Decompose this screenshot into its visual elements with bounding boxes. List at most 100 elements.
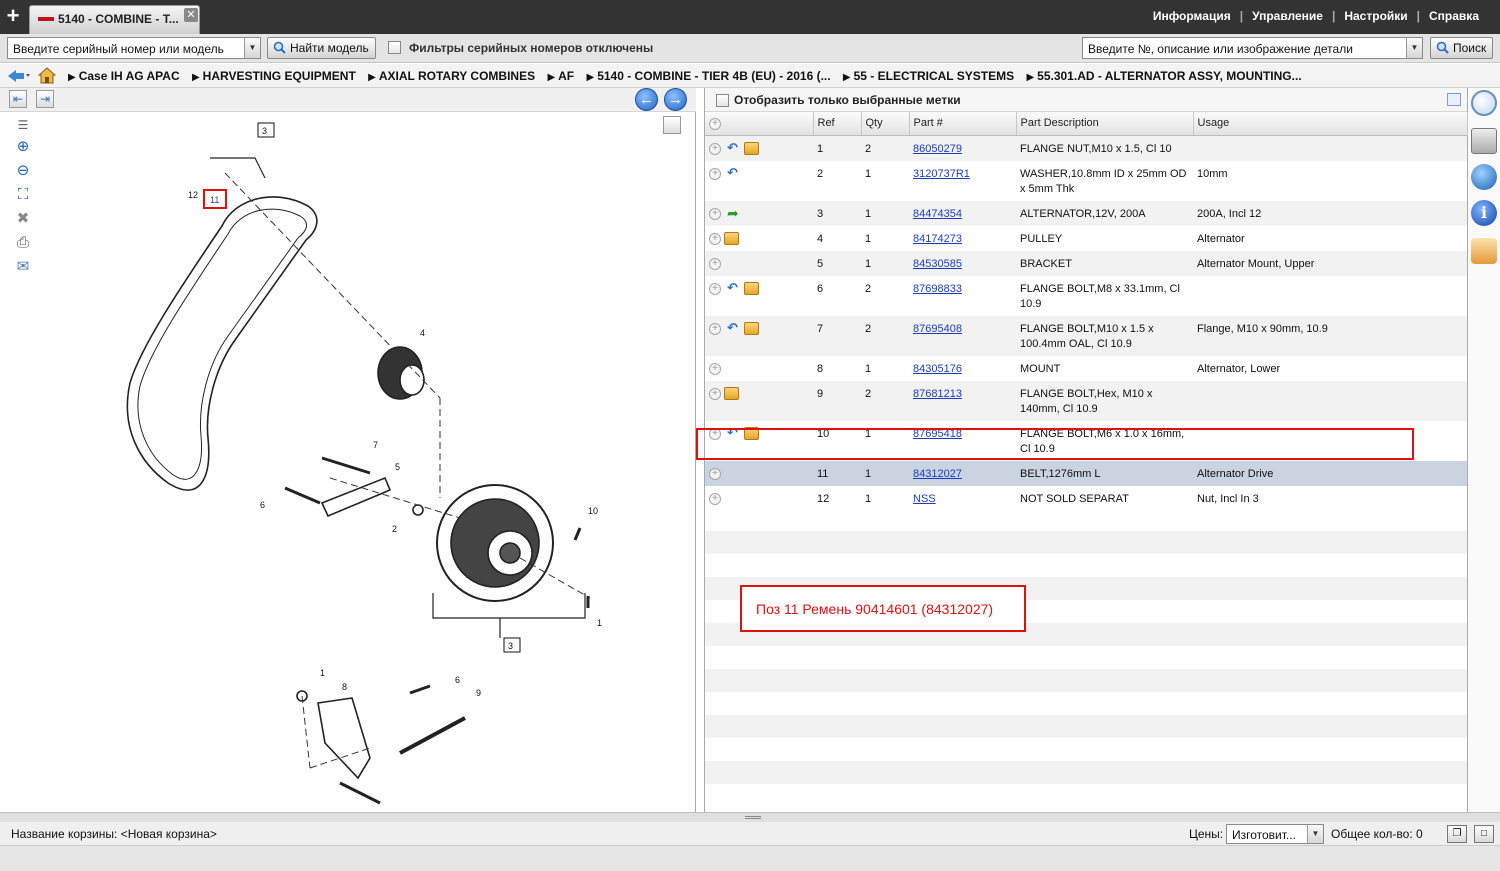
zoom-in-icon[interactable]: ⊕ bbox=[14, 138, 32, 156]
email-icon[interactable]: ✉ bbox=[14, 258, 32, 276]
breadcrumb-item[interactable]: ▶ 55.301.AD - ALTERNATOR ASSY, MOUNTING..… bbox=[1026, 69, 1301, 83]
package-icon[interactable] bbox=[724, 386, 739, 400]
restore-window-icon[interactable]: ❐ bbox=[1447, 825, 1467, 843]
add-to-cart-icon[interactable]: + bbox=[709, 257, 721, 270]
table-row[interactable]: + ↶ 7 2 87695408 FLANGE BOLT,M10 x 1.5 x 100.… bbox=[705, 315, 1467, 356]
search-button[interactable]: Поиск bbox=[1430, 37, 1494, 59]
menu-manage[interactable]: Управление bbox=[1243, 9, 1332, 23]
chevron-down-icon[interactable]: ▼ bbox=[1406, 38, 1422, 58]
row-part-number[interactable]: 87681213 bbox=[909, 380, 1016, 421]
add-to-cart-icon[interactable]: + bbox=[709, 232, 721, 245]
breadcrumb-item[interactable]: ▶ 55 - ELECTRICAL SYSTEMS bbox=[843, 69, 1014, 83]
add-to-cart-icon[interactable]: + bbox=[709, 282, 721, 295]
chevron-down-icon[interactable]: ▼ bbox=[244, 38, 260, 58]
new-tab-button[interactable]: + bbox=[0, 4, 26, 30]
row-part-number[interactable]: 84530585 bbox=[909, 250, 1016, 276]
info-icon[interactable]: i bbox=[1471, 200, 1497, 226]
header-qty[interactable]: Qty bbox=[861, 112, 910, 136]
replacement-arrow-icon[interactable]: ➦ bbox=[727, 206, 741, 220]
empty-row bbox=[705, 784, 1467, 812]
menu-settings[interactable]: Настройки bbox=[1335, 9, 1416, 23]
table-row[interactable]: + ↶ 1 2 86050279 FLANGE NUT,M10 x 1.5, Cl 10 bbox=[705, 135, 1467, 161]
close-icon[interactable]: ✕ bbox=[184, 8, 198, 22]
globe-icon[interactable] bbox=[1471, 164, 1497, 190]
find-model-button[interactable]: Найти модель bbox=[267, 37, 376, 59]
table-row[interactable]: +9 2 87681213 FLANGE BOLT,Hex, M10 x 140mm,… bbox=[705, 380, 1467, 421]
supersession-arrow-icon[interactable]: ↶ bbox=[727, 166, 741, 180]
add-to-cart-icon[interactable]: + bbox=[709, 467, 721, 480]
row-part-number[interactable]: NSS bbox=[909, 485, 1016, 511]
add-to-cart-icon[interactable]: + bbox=[709, 142, 721, 155]
breadcrumb-item[interactable]: ▶ 5140 - COMBINE - TIER 4B (EU) - 2016 (.… bbox=[586, 69, 830, 83]
breadcrumb-item[interactable]: ▶ AF bbox=[547, 69, 574, 83]
add-to-cart-icon[interactable]: + bbox=[709, 207, 721, 220]
supersession-arrow-icon[interactable]: ↶ bbox=[727, 281, 741, 295]
last-page-icon[interactable]: ⇥ bbox=[36, 90, 54, 108]
table-row[interactable]: +4 1 84174273 PULLEY Alternator bbox=[705, 225, 1467, 251]
prev-arrow-icon[interactable]: ← bbox=[635, 88, 658, 111]
add-to-cart-icon[interactable]: + bbox=[709, 362, 721, 375]
panel-splitter[interactable] bbox=[0, 812, 1500, 822]
package-icon[interactable] bbox=[744, 281, 759, 295]
table-row[interactable]: +12 1 NSS NOT SOLD SEPARAT Nut, Incl In 3 bbox=[705, 485, 1467, 511]
menu-info[interactable]: Информация bbox=[1144, 9, 1240, 23]
header-usage[interactable]: Usage bbox=[1193, 112, 1468, 136]
supersession-arrow-icon[interactable]: ↶ bbox=[727, 141, 741, 155]
parts-diagram[interactable]: 3 12 11 4 7 5 6 2 10 1 3 1 8 6 9 7 bbox=[40, 118, 690, 808]
package-icon[interactable] bbox=[744, 321, 759, 335]
part-search-input[interactable]: Введите №, описание или изображение дета… bbox=[1082, 37, 1423, 59]
add-to-cart-icon[interactable]: + bbox=[709, 167, 721, 180]
table-row[interactable]: +5 1 84530585 BRACKET Alternator Mount, Uppe… bbox=[705, 250, 1467, 276]
chevron-down-icon[interactable]: ▼ bbox=[1307, 825, 1323, 843]
columns-icon[interactable] bbox=[1447, 93, 1461, 106]
zoom-out-icon[interactable]: ⊖ bbox=[14, 162, 32, 180]
serial-model-input[interactable]: Введите серийный номер или модель ▼ bbox=[7, 37, 261, 59]
splitter-grip[interactable] bbox=[745, 816, 761, 819]
next-arrow-icon[interactable]: → bbox=[664, 88, 687, 111]
catalog-icon[interactable] bbox=[1471, 128, 1497, 154]
breadcrumb-item[interactable]: ▶ HARVESTING EQUIPMENT bbox=[192, 69, 356, 83]
add-to-cart-icon[interactable]: + bbox=[709, 322, 721, 335]
row-part-number[interactable]: 84305176 bbox=[909, 355, 1016, 381]
clear-selection-icon[interactable]: ✖ bbox=[14, 210, 32, 228]
row-part-number[interactable]: 86050279 bbox=[909, 135, 1016, 161]
serial-filter-checkbox[interactable] bbox=[388, 41, 401, 54]
row-part-number[interactable]: 84174273 bbox=[909, 225, 1016, 251]
fit-view-icon[interactable]: ⛶ bbox=[14, 186, 32, 204]
row-part-number[interactable]: 84312027 bbox=[909, 460, 1016, 486]
header-part[interactable]: Part # bbox=[909, 112, 1017, 136]
chat-icon[interactable] bbox=[1471, 238, 1497, 264]
breadcrumb-item[interactable]: ▶ AXIAL ROTARY COMBINES bbox=[368, 69, 535, 83]
prices-select[interactable]: Изготовит... ▼ bbox=[1226, 824, 1324, 844]
row-part-number[interactable]: 87695408 bbox=[909, 315, 1016, 356]
table-row[interactable]: +8 1 84305176 MOUNT Alternator, Lower bbox=[705, 355, 1467, 381]
table-row[interactable]: + ↶ 2 1 3120737R1 WASHER,10.8mm ID x 25mm OD … bbox=[705, 160, 1467, 201]
tab-combine[interactable]: 5140 - COMBINE - T... ✕ bbox=[29, 5, 200, 34]
table-row[interactable]: +11 1 84312027 BELT,1276mm L Alternator Driv… bbox=[705, 460, 1467, 486]
add-to-cart-icon[interactable]: + bbox=[709, 387, 721, 400]
menu-lines-icon[interactable]: ☰ bbox=[14, 116, 32, 134]
header-add[interactable]: + bbox=[705, 112, 814, 136]
add-to-cart-icon[interactable]: + bbox=[709, 492, 721, 505]
table-row[interactable]: + ↶ 6 2 87698833 FLANGE BOLT,M8 x 33.1mm, Cl … bbox=[705, 275, 1467, 316]
show-selected-checkbox[interactable] bbox=[716, 94, 729, 107]
row-part-number[interactable]: 3120737R1 bbox=[909, 160, 1016, 201]
maximize-window-icon[interactable]: □ bbox=[1474, 825, 1494, 843]
breadcrumb-item[interactable]: ▶ Case IH AG APAC bbox=[68, 69, 180, 83]
supersession-arrow-icon[interactable]: ↶ bbox=[727, 321, 741, 335]
menu-help[interactable]: Справка bbox=[1420, 9, 1488, 23]
table-row[interactable]: + ➦ 3 1 84474354 ALTERNATOR,12V, 200A 200A, In… bbox=[705, 200, 1467, 226]
home-icon[interactable] bbox=[38, 67, 56, 84]
row-part-number[interactable]: 84474354 bbox=[909, 200, 1016, 226]
first-page-icon[interactable]: ⇤ bbox=[9, 90, 27, 108]
package-icon[interactable] bbox=[744, 141, 759, 155]
print-icon[interactable]: ⎙ bbox=[14, 234, 32, 252]
package-icon[interactable] bbox=[724, 231, 739, 245]
row-description: MOUNT bbox=[1016, 355, 1193, 381]
header-description[interactable]: Part Description bbox=[1016, 112, 1194, 136]
add-all-icon[interactable]: + bbox=[709, 117, 721, 130]
search-icon[interactable] bbox=[1471, 90, 1497, 116]
header-ref[interactable]: Ref bbox=[813, 112, 862, 136]
row-part-number[interactable]: 87698833 bbox=[909, 275, 1016, 316]
back-arrow-icon[interactable] bbox=[6, 68, 30, 84]
